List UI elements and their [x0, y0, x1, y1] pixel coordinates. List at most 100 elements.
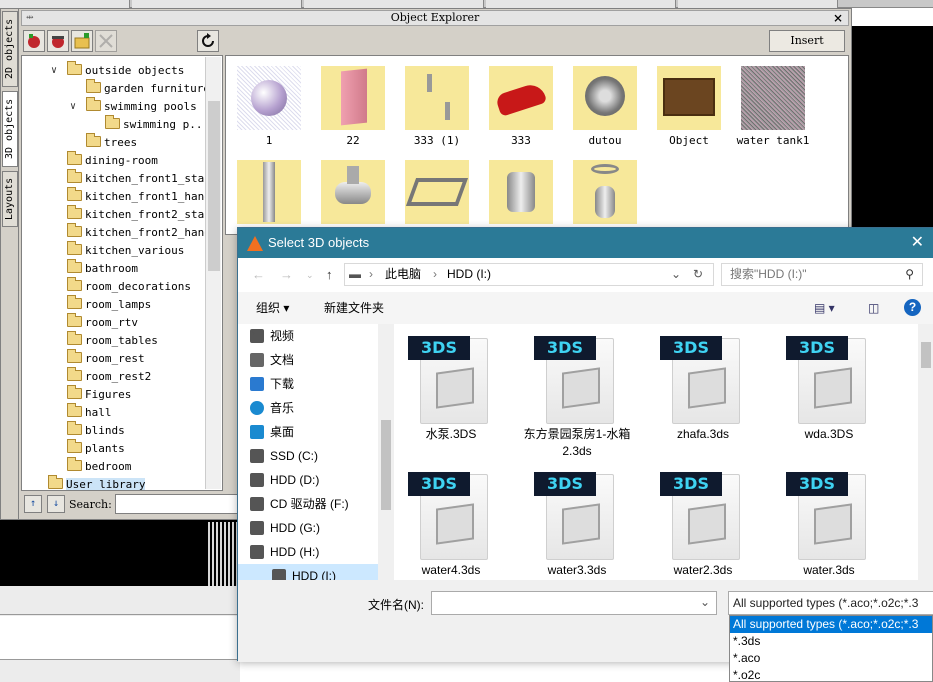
tree-item[interactable]: kitchen_front1_hang — [67, 187, 211, 206]
path-segment-pc[interactable]: 此电脑 — [385, 264, 421, 285]
back-arrow-icon[interactable]: ← — [252, 267, 265, 282]
object-thumbnail[interactable]: water — [227, 160, 311, 234]
search-input[interactable] — [115, 494, 241, 514]
close-icon[interactable]: ✕ — [911, 228, 924, 258]
tree-item[interactable]: blinds — [67, 421, 125, 440]
tree-item[interactable]: bedroom — [67, 457, 131, 476]
canvas-area-bottom[interactable] — [0, 520, 240, 586]
delete-button[interactable] — [95, 30, 117, 52]
tree-item[interactable]: trees — [86, 133, 137, 152]
expand-chevron-icon[interactable]: ∨ — [70, 98, 76, 116]
tree-item[interactable]: room_rest2 — [67, 367, 151, 386]
filetype-option[interactable]: All supported types (*.aco;*.o2c;*.3 — [730, 616, 932, 633]
object-thumbnail[interactable]: water3 — [395, 160, 479, 234]
nav-item[interactable]: 下载 — [250, 372, 294, 396]
nav-item[interactable]: 文档 — [250, 348, 294, 372]
filetype-option[interactable]: *.3ds — [730, 633, 932, 650]
sort-up-icon[interactable]: ↑ — [24, 495, 42, 513]
filetype-option[interactable]: *.aco — [730, 650, 932, 667]
new-folder-button[interactable]: 新建文件夹 — [324, 292, 384, 324]
file-item[interactable]: 3DS zhafa.3ds — [648, 336, 758, 443]
pin-icon[interactable]: ⇹ — [26, 11, 34, 25]
help-icon[interactable]: ? — [904, 299, 921, 316]
nav-item[interactable]: 视频 — [250, 324, 294, 348]
tree-item[interactable]: kitchen_front2_hang — [67, 223, 211, 242]
top-tab[interactable] — [304, 0, 484, 8]
chevron-down-icon[interactable]: ⌄ — [700, 595, 710, 609]
canvas-area[interactable] — [852, 26, 933, 236]
tree-item[interactable]: dining-room — [67, 151, 158, 170]
file-item[interactable]: 3DS water.3ds — [774, 472, 884, 579]
object-thumbnail[interactable]: water4 — [479, 160, 563, 234]
search-input[interactable]: 搜索"HDD (I:)" ⚲ — [721, 263, 923, 286]
nav-scrollbar[interactable] — [378, 324, 394, 580]
file-item[interactable]: 3DS water4.3ds — [396, 472, 506, 579]
forward-arrow-icon[interactable]: → — [280, 267, 293, 282]
add-object-button[interactable] — [23, 30, 45, 52]
top-tab[interactable] — [0, 0, 130, 8]
file-item[interactable]: 3DS water3.3ds — [522, 472, 632, 579]
close-icon[interactable]: × — [833, 11, 843, 25]
tree-scrollbar[interactable] — [205, 57, 221, 489]
nav-item[interactable]: 桌面 — [250, 420, 294, 444]
nav-item[interactable]: HDD (D:) — [250, 468, 319, 492]
view-icon[interactable]: ▤ ▾ — [814, 292, 835, 324]
tree-item[interactable]: kitchen_front2_stand — [67, 205, 217, 224]
files-scrollbar[interactable] — [918, 324, 933, 580]
tree-item[interactable]: kitchen_front1_stand — [67, 169, 217, 188]
address-bar[interactable]: ▬ › 此电脑 › HDD (I:) ⌄ ↻ — [344, 263, 714, 286]
insert-button[interactable]: Insert — [769, 30, 845, 52]
tree-item[interactable]: Figures — [67, 385, 131, 404]
object-thumbnail[interactable]: 333 — [479, 66, 563, 147]
nav-item[interactable]: CD 驱动器 (F:) — [250, 492, 349, 516]
scroll-thumb[interactable] — [381, 420, 391, 510]
path-segment-drive[interactable]: HDD (I:) — [447, 264, 491, 285]
refresh-button[interactable] — [197, 30, 219, 52]
new-folder-button[interactable] — [71, 30, 93, 52]
nav-item[interactable]: HDD (H:) — [250, 540, 319, 564]
top-tab[interactable] — [678, 0, 838, 8]
tree-item[interactable]: room_rest — [67, 349, 145, 368]
top-tab[interactable] — [132, 0, 302, 8]
organize-button[interactable]: 组织 ▾ — [256, 292, 289, 324]
object-thumbnail[interactable]: 333 (1) — [395, 66, 479, 147]
sort-down-icon[interactable]: ↓ — [47, 495, 65, 513]
tree-item[interactable]: plants — [67, 439, 125, 458]
tree-item[interactable]: ∨ outside objects — [51, 61, 184, 80]
tree-item[interactable]: room_tables — [67, 331, 158, 350]
tab-3d-objects[interactable]: 3D objects — [2, 91, 18, 167]
filetype-option[interactable]: *.o2c — [730, 667, 932, 681]
up-arrow-icon[interactable]: ↑ — [326, 267, 333, 282]
nav-item[interactable]: 音乐 — [250, 396, 294, 420]
nav-item[interactable]: HDD (G:) — [250, 516, 320, 540]
tree-item[interactable]: hall — [67, 403, 112, 422]
object-thumbnail[interactable]: 1 — [227, 66, 311, 147]
preview-pane-icon[interactable]: ◫ — [868, 292, 879, 324]
file-item[interactable]: 3DS 水泵.3DS — [396, 336, 506, 443]
tree-item[interactable]: kitchen_various — [67, 241, 184, 260]
expand-arrow-icon[interactable]: › — [252, 328, 255, 338]
tree-item[interactable]: room_lamps — [67, 295, 151, 314]
object-thumbnail[interactable]: zhafa — [563, 160, 647, 234]
file-item[interactable]: 3DS water2.3ds — [648, 472, 758, 579]
object-thumbnail[interactable]: 22 — [311, 66, 395, 147]
edit-object-button[interactable] — [47, 30, 69, 52]
object-thumbnail[interactable]: water2 — [311, 160, 395, 234]
tree-item[interactable]: swimming p... — [105, 115, 209, 134]
tree-item[interactable]: garden furniture — [86, 79, 210, 98]
tab-layouts[interactable]: Layouts — [2, 171, 18, 227]
tab-2d-objects[interactable]: 2D objects — [2, 11, 18, 87]
tree-item[interactable]: bathroom — [67, 259, 138, 278]
file-item[interactable]: 3DS wda.3DS — [774, 336, 884, 443]
scroll-thumb[interactable] — [921, 342, 931, 368]
tree-item[interactable]: ∨ swimming pools — [70, 97, 197, 116]
recent-chevron-icon[interactable]: ⌄ — [306, 270, 314, 281]
filetype-select[interactable]: All supported types (*.aco;*.o2c;*.3 — [728, 591, 933, 615]
top-tab[interactable] — [486, 0, 676, 8]
expand-chevron-icon[interactable]: ∨ — [51, 62, 57, 80]
tree-item[interactable]: room_decorations — [67, 277, 191, 296]
nav-item[interactable]: HDD (I:) — [238, 564, 378, 580]
filename-input[interactable]: ⌄ — [431, 591, 717, 615]
file-item[interactable]: 3DS 东方景园泵房1-水箱2.3ds — [522, 336, 632, 460]
scroll-thumb[interactable] — [208, 101, 220, 271]
